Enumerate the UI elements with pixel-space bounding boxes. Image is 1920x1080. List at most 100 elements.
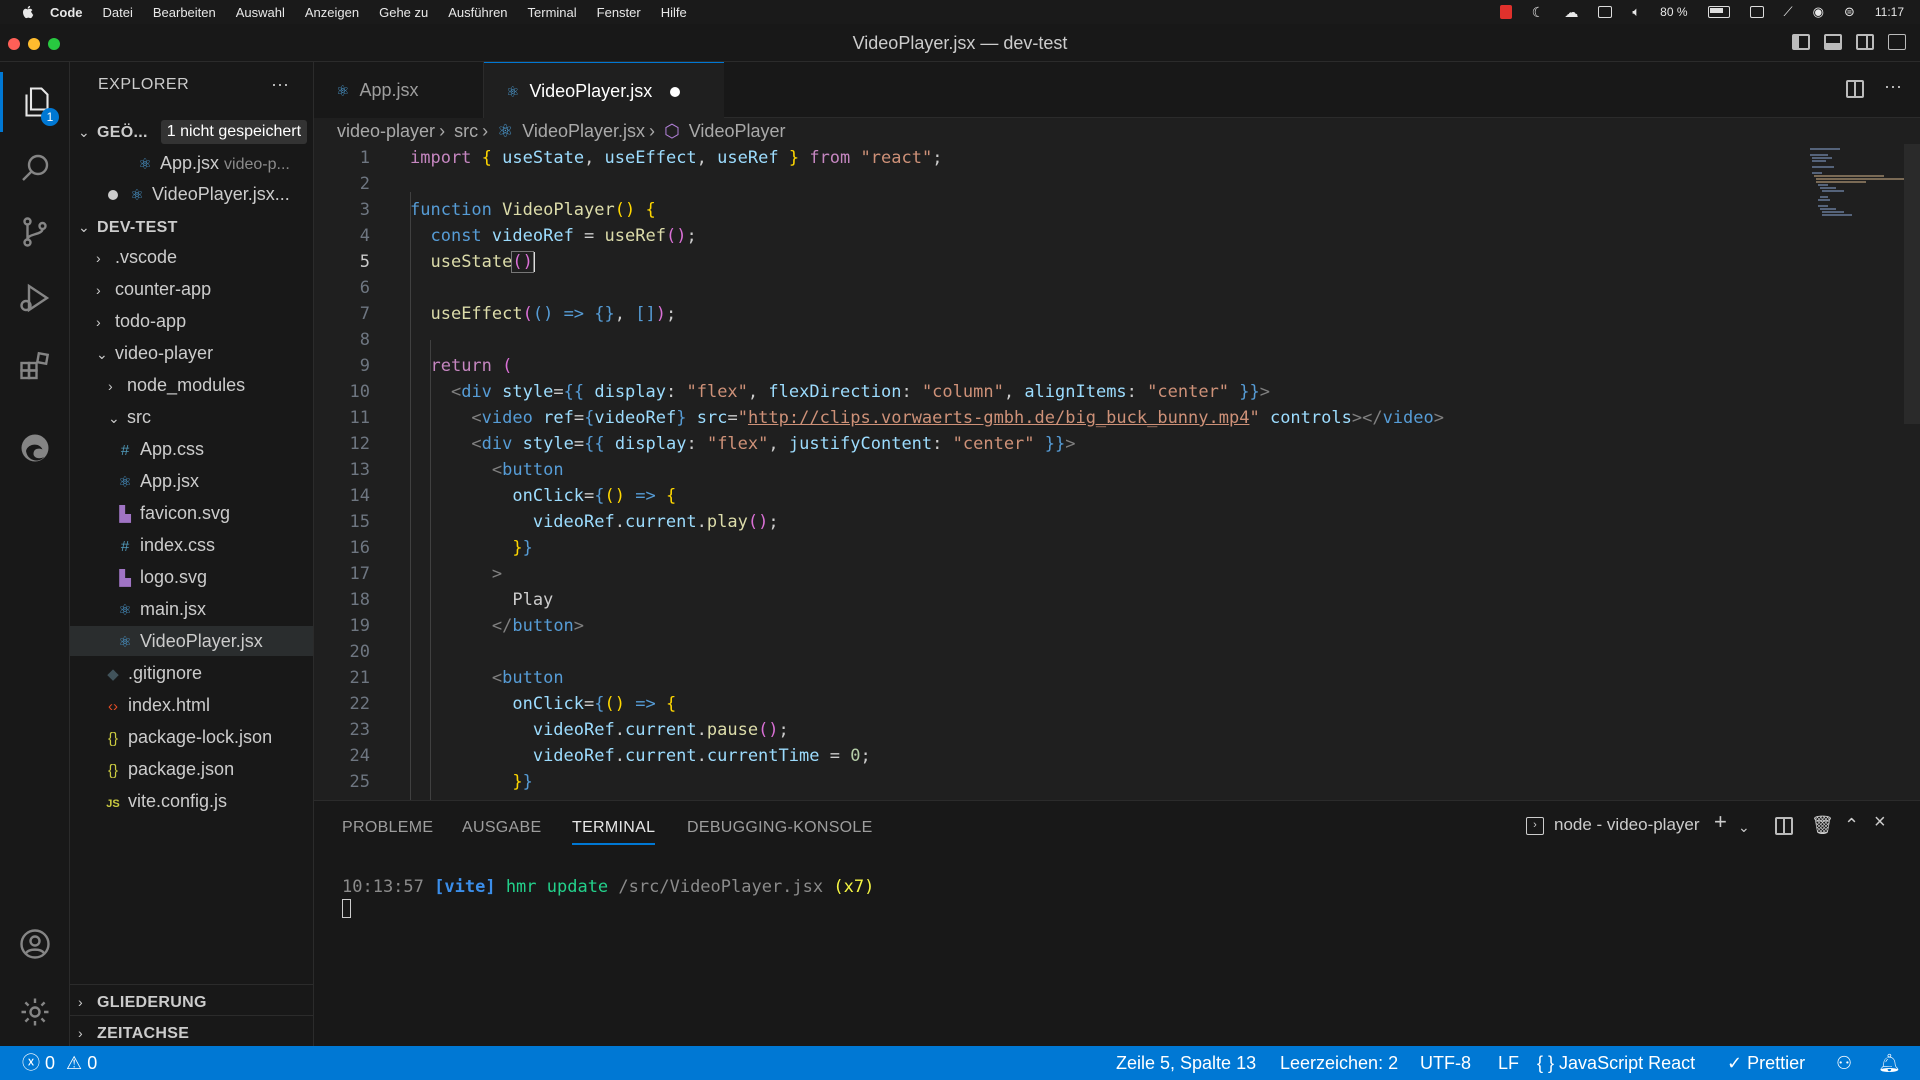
tree-item-vscode[interactable]: › .vscode [70,242,313,272]
menubar-clock[interactable]: 11:17 [1875,5,1904,19]
tree-item-todo-app[interactable]: › todo-app [70,306,313,336]
menu-bearbeiten[interactable]: Bearbeiten [153,5,216,20]
edge-devtools-activity[interactable] [0,418,70,478]
chevron-up-icon[interactable]: ⌃ [1844,815,1859,836]
menu-app-name[interactable]: Code [50,5,83,20]
tab-app-jsx[interactable]: ⚛ App.jsx [314,62,484,118]
customize-layout-icon[interactable] [1888,34,1906,50]
encoding-status[interactable]: UTF-8 [1420,1046,1471,1080]
tree-item-favicon-svg[interactable]: ▙ favicon.svg [70,498,313,528]
moon-icon[interactable]: ☾ [1532,4,1545,21]
live-share-icon[interactable]: ⚇ [1836,1046,1852,1080]
toggle-secondary-sidebar-icon[interactable] [1856,34,1874,50]
tree-item-package-json[interactable]: {} package.json [70,754,313,784]
battery-icon[interactable] [1707,6,1730,18]
code-editor[interactable]: 1 2 3 4 5 6 7 8 9 10 11 12 13 14 15 16 17 18 19 20 21 22 23 24 2… [314,144,1814,800]
unsaved-dot-icon[interactable] [670,87,681,98]
tree-item-main-jsx[interactable]: ⚛ main.jsx [70,594,313,624]
react-file-icon: ⚛ [138,156,152,173]
check-icon: ✓ [1727,1053,1743,1073]
tab-ausgabe[interactable]: AUSGABE [462,819,541,837]
menu-terminal[interactable]: Terminal [528,5,577,20]
tree-item-node-modules[interactable]: › node_modules [70,370,313,400]
spotlight-icon[interactable]: ◉ [1813,4,1824,20]
prettier-status[interactable]: ✓ Prettier [1727,1046,1805,1080]
menu-hilfe[interactable]: Hilfe [661,5,687,20]
menu-datei[interactable]: Datei [103,5,133,20]
explorer-more-actions[interactable]: ··· [271,74,289,95]
menu-auswahl[interactable]: Auswahl [236,5,285,20]
timeline-header[interactable]: › ZEITACHSE [70,1017,313,1047]
editor-more-icon[interactable]: ··· [1884,76,1902,97]
wifi-off-icon[interactable]: ⟋ [1784,4,1793,20]
control-center-icon[interactable]: ⊜ [1844,4,1855,20]
tree-item-gitignore[interactable]: ◆ .gitignore [70,658,313,688]
menu-ausfuehren[interactable]: Ausführen [448,5,507,20]
extensions-activity[interactable] [0,336,70,396]
tree-item-video-player[interactable]: ⌄ video-player [70,338,313,368]
language-status[interactable]: { } JavaScript React [1537,1046,1695,1080]
window-title: VideoPlayer.jsx — dev-test [852,33,1068,53]
manage-activity[interactable] [0,982,70,1042]
volume-icon[interactable]: 🔈︎ [1632,4,1640,20]
run-debug-activity[interactable] [0,268,70,328]
new-terminal-icon[interactable]: + [1714,809,1727,835]
record-icon[interactable] [1499,5,1512,19]
battery-label[interactable]: 80 % [1660,5,1687,19]
source-control-activity[interactable] [0,202,70,262]
close-icon[interactable]: × [1874,811,1886,834]
search-activity[interactable] [0,138,70,198]
unsaved-dot-icon[interactable] [108,190,118,201]
trash-icon[interactable]: 🗑︎ [1811,815,1834,836]
accounts-activity[interactable] [0,914,70,974]
tree-item-package-lock-json[interactable]: {} package-lock.json [70,722,313,752]
keyboard-icon[interactable] [1749,6,1764,18]
unsaved-badge: 1 nicht gespeichert [160,120,308,145]
tree-item-app-css[interactable]: # App.css [70,434,313,464]
explorer-activity[interactable]: 1 [0,72,70,132]
cursor-position-status[interactable]: Zeile 5, Spalte 13 [1116,1046,1256,1080]
chevron-down-icon[interactable]: ⌄ [1738,819,1750,836]
display-icon[interactable] [1598,6,1613,18]
eol-status[interactable]: LF [1498,1046,1519,1080]
terminal-selector[interactable]: node - video-player [1554,815,1700,835]
breadcrumb-item[interactable]: video-player [337,121,435,141]
open-editor-videoplayer-jsx[interactable]: ⚛ VideoPlayer.jsx... [70,179,313,209]
breadcrumb-item[interactable]: src [454,121,478,141]
breadcrumb-item[interactable]: VideoPlayer.jsx [522,121,645,141]
terminal-cursor[interactable] [342,899,351,918]
tab-terminal[interactable]: TERMINAL [572,819,656,845]
apple-icon[interactable] [20,4,36,20]
minimap[interactable] [1808,144,1904,224]
tree-item-vite-config-js[interactable]: JS vite.config.js [70,786,313,816]
open-editor-app-jsx[interactable]: ⚛ App.jsx video-p... [70,148,313,178]
menu-anzeigen[interactable]: Anzeigen [305,5,359,20]
tree-item-logo-svg[interactable]: ▙ logo.svg [70,562,313,592]
tree-item-app-jsx[interactable]: ⚛ App.jsx [70,466,313,496]
menu-gehe-zu[interactable]: Gehe zu [379,5,428,20]
tree-item-videoplayer-jsx[interactable]: ⚛ VideoPlayer.jsx [70,626,313,656]
bell-icon[interactable]: 🔔︎ [1878,1046,1901,1080]
indentation-status[interactable]: Leerzeichen: 2 [1280,1046,1398,1080]
menu-fenster[interactable]: Fenster [597,5,641,20]
breadcrumb-item[interactable]: VideoPlayer [689,121,786,141]
tab-probleme[interactable]: PROBLEME [342,819,433,837]
terminal-time: 10:13:57 [342,877,424,897]
outline-header[interactable]: › GLIEDERUNG [70,986,313,1016]
tab-debugging-konsole[interactable]: DEBUGGING-KONSOLE [687,819,873,837]
problems-status[interactable]: ⓧ 0 ⚠ 0 [22,1046,97,1080]
toggle-panel-icon[interactable] [1824,34,1842,50]
cloud-icon[interactable]: ☁ [1564,4,1578,21]
split-terminal-icon[interactable] [1775,817,1793,835]
tree-item-counter-app[interactable]: › counter-app [70,274,313,304]
open-editors-header[interactable]: ⌄ GEÖ... 1 nicht gespeichert [70,116,313,146]
tab-videoplayer-jsx[interactable]: ⚛ VideoPlayer.jsx [484,62,724,118]
workspace-header[interactable]: ⌄ DEV-TEST [70,211,313,241]
toggle-primary-sidebar-icon[interactable] [1792,34,1810,50]
split-editor-icon[interactable] [1846,80,1864,98]
line-number: 17 [349,564,370,584]
tree-item-index-css[interactable]: # index.css [70,530,313,560]
editor-scrollbar[interactable] [1904,144,1920,424]
tree-item-index-html[interactable]: ‹› index.html [70,690,313,720]
tree-item-src[interactable]: ⌄ src [70,402,313,432]
